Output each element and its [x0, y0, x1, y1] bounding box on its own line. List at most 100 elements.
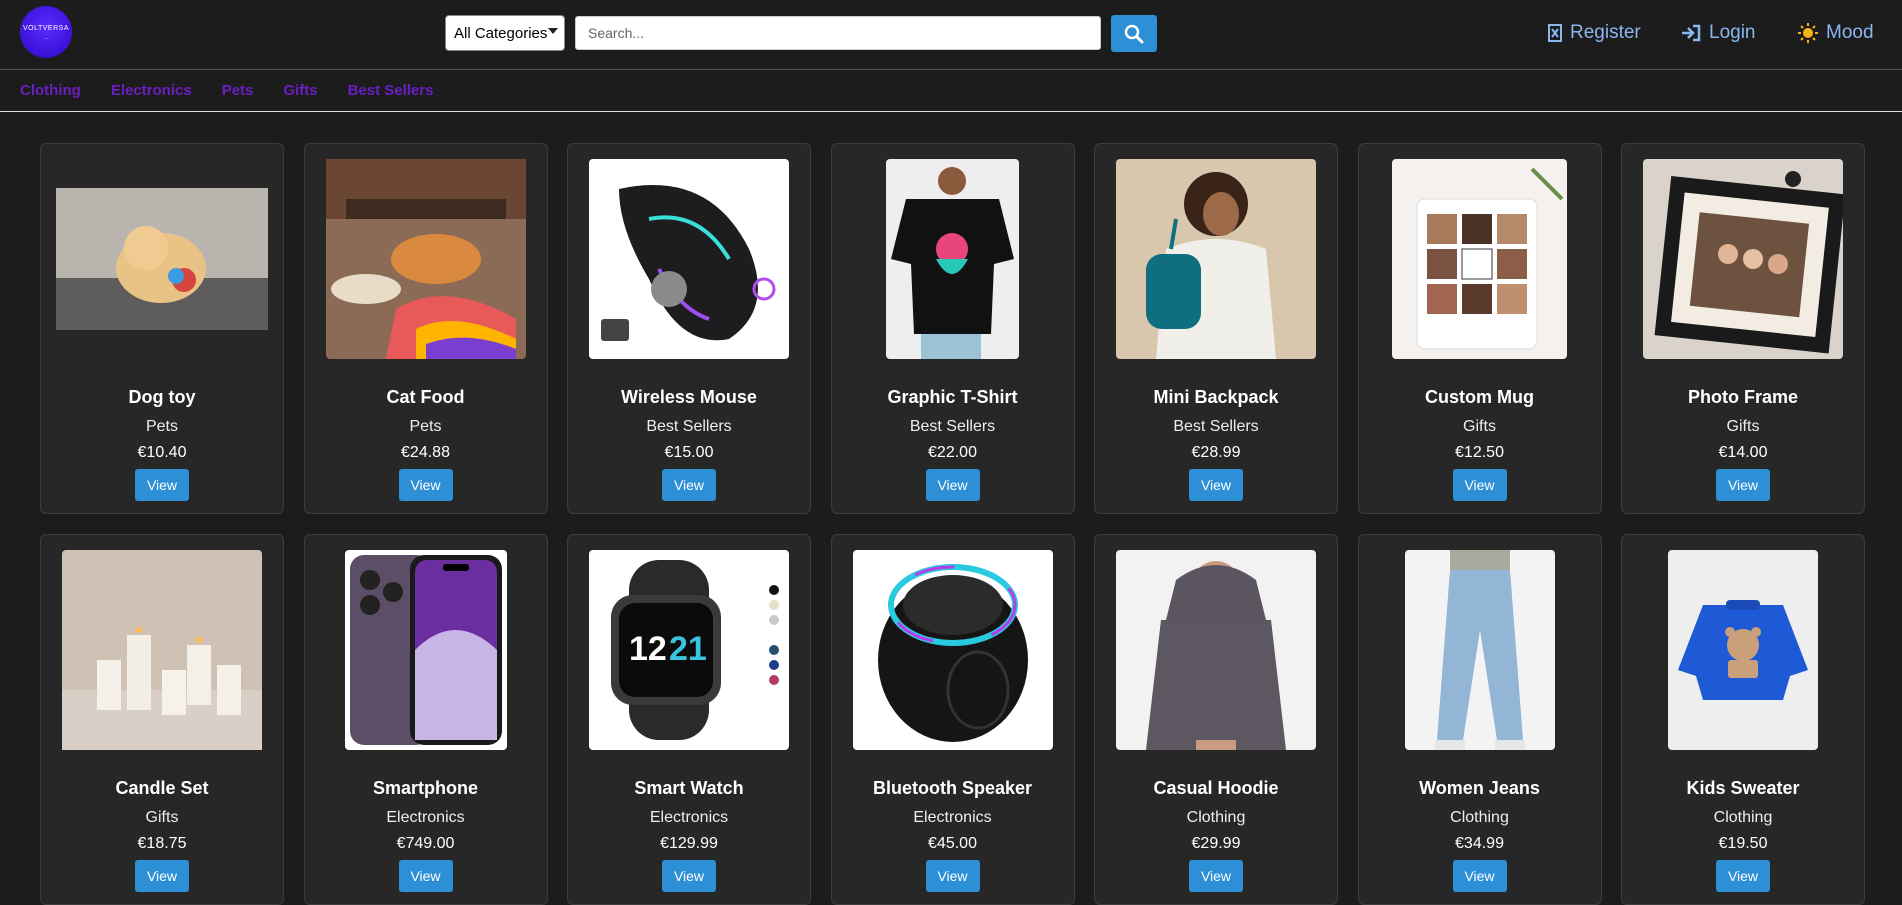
logo-text: VOLTVERSA	[23, 24, 69, 32]
view-button[interactable]: View	[135, 469, 189, 501]
chevron-down-icon	[548, 28, 558, 34]
product-card: Kids Sweater Clothing €19.50 View	[1621, 534, 1865, 905]
product-name[interactable]: Mini Backpack	[1153, 387, 1278, 408]
product-price: €15.00	[664, 444, 714, 461]
view-button[interactable]: View	[1189, 860, 1243, 892]
product-card: Women Jeans Clothing €34.99 View	[1357, 534, 1602, 905]
product-name[interactable]: Graphic T-Shirt	[887, 387, 1017, 408]
view-button[interactable]: View	[398, 469, 453, 501]
product-name[interactable]: Photo Frame	[1688, 387, 1798, 408]
view-button[interactable]: View	[398, 860, 453, 892]
product-name[interactable]: Dog toy	[129, 387, 196, 408]
product-card: Casual Hoodie Clothing €29.99 View	[1094, 534, 1338, 905]
view-button[interactable]: View	[135, 860, 189, 892]
product-price: €749.00	[396, 835, 455, 852]
product-category: Pets	[145, 418, 178, 435]
category-link-pets[interactable]: Pets	[222, 82, 254, 99]
photo-frame-image[interactable]	[1637, 159, 1849, 359]
product-price: €19.50	[1718, 835, 1768, 852]
view-button[interactable]: View	[1189, 469, 1243, 501]
product-price: €10.40	[137, 444, 187, 461]
product-category: Best Sellers	[909, 418, 996, 435]
login-link[interactable]: Login	[1681, 22, 1756, 44]
bluetooth-speaker-image[interactable]	[847, 550, 1059, 750]
category-link-best-sellers[interactable]: Best Sellers	[348, 82, 434, 99]
product-price: €29.99	[1191, 835, 1241, 852]
product-name[interactable]: Bluetooth Speaker	[873, 778, 1032, 799]
product-price: €22.00	[928, 444, 977, 461]
login-label: Login	[1709, 22, 1756, 43]
wireless-mouse-image[interactable]	[583, 159, 795, 359]
category-select-value: All Categories	[454, 24, 548, 42]
candle-set-image[interactable]	[56, 550, 268, 750]
product-category: Electronics	[649, 809, 729, 826]
product-name[interactable]: Smartphone	[373, 778, 478, 799]
category-select[interactable]: All Categories	[445, 15, 565, 51]
view-button[interactable]: View	[662, 469, 716, 501]
category-link-electronics[interactable]: Electronics	[111, 82, 192, 99]
product-price: €14.00	[1718, 444, 1768, 461]
product-name[interactable]: Wireless Mouse	[621, 387, 757, 408]
view-button[interactable]: View	[1452, 860, 1507, 892]
product-category: Clothing	[1450, 809, 1509, 826]
mini-backpack-image[interactable]	[1110, 159, 1322, 359]
product-category: Gifts	[1726, 418, 1760, 435]
product-grid: Dog toy Pets €10.40 View Cat Food Pets €…	[40, 143, 1865, 905]
view-button[interactable]: View	[925, 469, 980, 501]
product-card: Graphic T-Shirt Best Sellers €22.00 View	[830, 143, 1075, 514]
product-category: Electronics	[386, 809, 465, 826]
product-category: Electronics	[913, 809, 992, 826]
register-label: Register	[1570, 22, 1641, 43]
product-card: Dog toy Pets €10.40 View	[40, 143, 284, 514]
product-name[interactable]: Candle Set	[115, 778, 208, 799]
view-button[interactable]: View	[662, 860, 716, 892]
svg-text:12: 12	[629, 630, 667, 668]
site-logo[interactable]: VOLTVERSA —	[20, 6, 72, 58]
top-navbar: VOLTVERSA — All Categories Search... Reg…	[0, 0, 1902, 70]
product-card: Cat Food Pets €24.88 View	[303, 143, 548, 514]
search-icon	[1124, 24, 1144, 43]
category-link-clothing[interactable]: Clothing	[20, 82, 81, 99]
dog-toy-image[interactable]	[56, 159, 268, 359]
view-button[interactable]: View	[925, 860, 980, 892]
product-category: Pets	[409, 418, 442, 435]
register-link[interactable]: Register	[1548, 22, 1641, 44]
view-button[interactable]: View	[1452, 469, 1507, 501]
product-category: Clothing	[1186, 809, 1246, 826]
register-icon	[1548, 24, 1562, 42]
product-price: €28.99	[1191, 444, 1241, 461]
smart-watch-image[interactable]: 12 21	[583, 550, 795, 750]
view-button[interactable]: View	[1716, 469, 1770, 501]
product-category: Gifts	[145, 809, 179, 826]
cat-food-image[interactable]	[320, 159, 532, 359]
product-category: Clothing	[1713, 809, 1773, 826]
category-link-gifts[interactable]: Gifts	[283, 82, 317, 99]
product-price: €24.88	[401, 444, 450, 461]
product-name[interactable]: Women Jeans	[1419, 778, 1540, 799]
product-name[interactable]: Custom Mug	[1425, 387, 1534, 408]
mood-toggle[interactable]: Mood	[1798, 22, 1874, 44]
custom-mug-image[interactable]	[1374, 159, 1586, 359]
product-card: Photo Frame Gifts €14.00 View	[1621, 143, 1865, 514]
casual-hoodie-image[interactable]	[1110, 550, 1322, 750]
product-category: Gifts	[1463, 418, 1496, 435]
kids-sweater-image[interactable]	[1637, 550, 1849, 750]
product-price: €12.50	[1455, 444, 1504, 461]
search-input[interactable]: Search...	[575, 16, 1101, 50]
search-button[interactable]	[1111, 15, 1157, 52]
product-name[interactable]: Smart Watch	[634, 778, 743, 799]
women-jeans-image[interactable]	[1374, 550, 1586, 750]
product-price: €18.75	[137, 835, 187, 852]
smartphone-image[interactable]	[320, 550, 532, 750]
view-button[interactable]: View	[1716, 860, 1770, 892]
category-bar: Clothing Electronics Pets Gifts Best Sel…	[0, 70, 1902, 112]
product-card: Wireless Mouse Best Sellers €15.00 View	[567, 143, 811, 514]
product-card: Custom Mug Gifts €12.50 View	[1357, 143, 1602, 514]
product-name[interactable]: Casual Hoodie	[1153, 778, 1278, 799]
graphic-tshirt-image[interactable]	[847, 159, 1059, 359]
product-name[interactable]: Kids Sweater	[1686, 778, 1799, 799]
product-card: Bluetooth Speaker Electronics €45.00 Vie…	[830, 534, 1075, 905]
search-placeholder: Search...	[588, 25, 645, 41]
product-name[interactable]: Cat Food	[387, 387, 465, 408]
login-icon	[1682, 24, 1701, 42]
